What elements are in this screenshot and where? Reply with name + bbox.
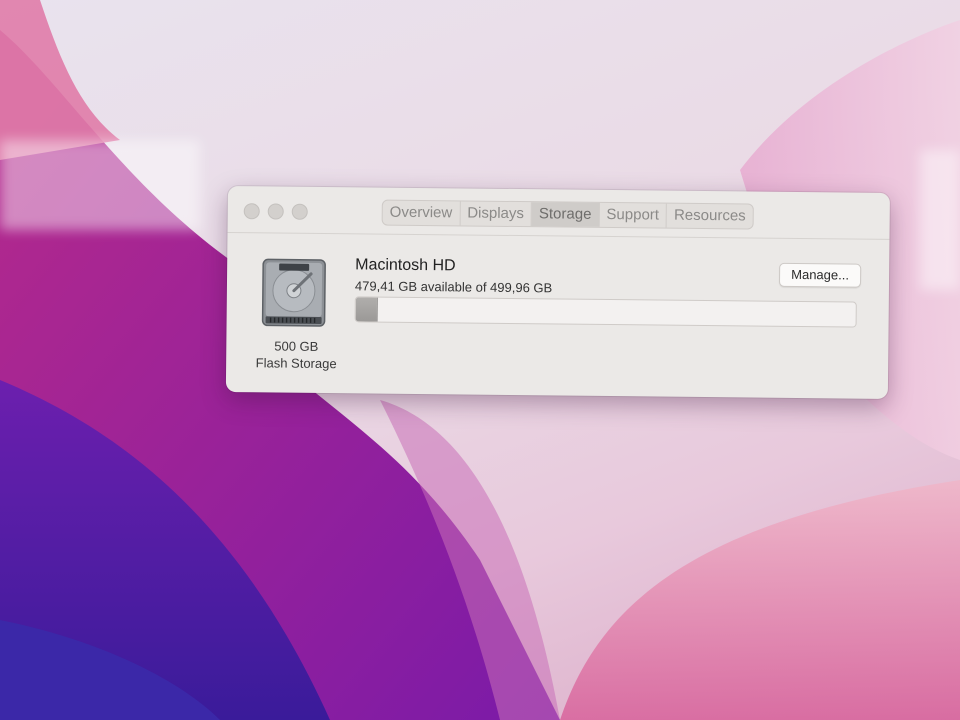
tab-bar: Overview Displays Storage Support Resour… bbox=[381, 199, 754, 230]
disk-capacity: 500 GB bbox=[274, 338, 319, 354]
zoom-button[interactable] bbox=[291, 203, 308, 220]
disk-type: Flash Storage bbox=[255, 355, 337, 372]
desktop: Overview Displays Storage Support Resour… bbox=[0, 0, 960, 720]
manage-button[interactable]: Manage... bbox=[778, 262, 862, 288]
storage-usage-bar bbox=[354, 296, 857, 328]
storage-pane: 500 GB Flash Storage Macintosh HD 479,41… bbox=[226, 233, 890, 399]
title-bar[interactable]: Overview Displays Storage Support Resour… bbox=[227, 186, 890, 240]
tab-resources[interactable]: Resources bbox=[667, 204, 753, 229]
close-button[interactable] bbox=[243, 203, 260, 220]
volume-availability: 479,41 GB available of 499,96 GB bbox=[354, 278, 553, 296]
minimize-button[interactable] bbox=[267, 203, 284, 220]
screen-glare bbox=[920, 150, 960, 290]
volume-name: Macintosh HD bbox=[355, 256, 456, 275]
hard-drive-icon bbox=[261, 258, 326, 327]
tab-storage[interactable]: Storage bbox=[531, 202, 600, 227]
screen-glare bbox=[0, 140, 200, 230]
tab-overview[interactable]: Overview bbox=[382, 200, 461, 226]
tab-support[interactable]: Support bbox=[599, 202, 668, 228]
tab-displays[interactable]: Displays bbox=[460, 201, 533, 227]
storage-usage-fill bbox=[355, 297, 378, 322]
disk-caption: 500 GB Flash Storage bbox=[246, 337, 346, 372]
system-info-window: Overview Displays Storage Support Resour… bbox=[225, 186, 890, 399]
